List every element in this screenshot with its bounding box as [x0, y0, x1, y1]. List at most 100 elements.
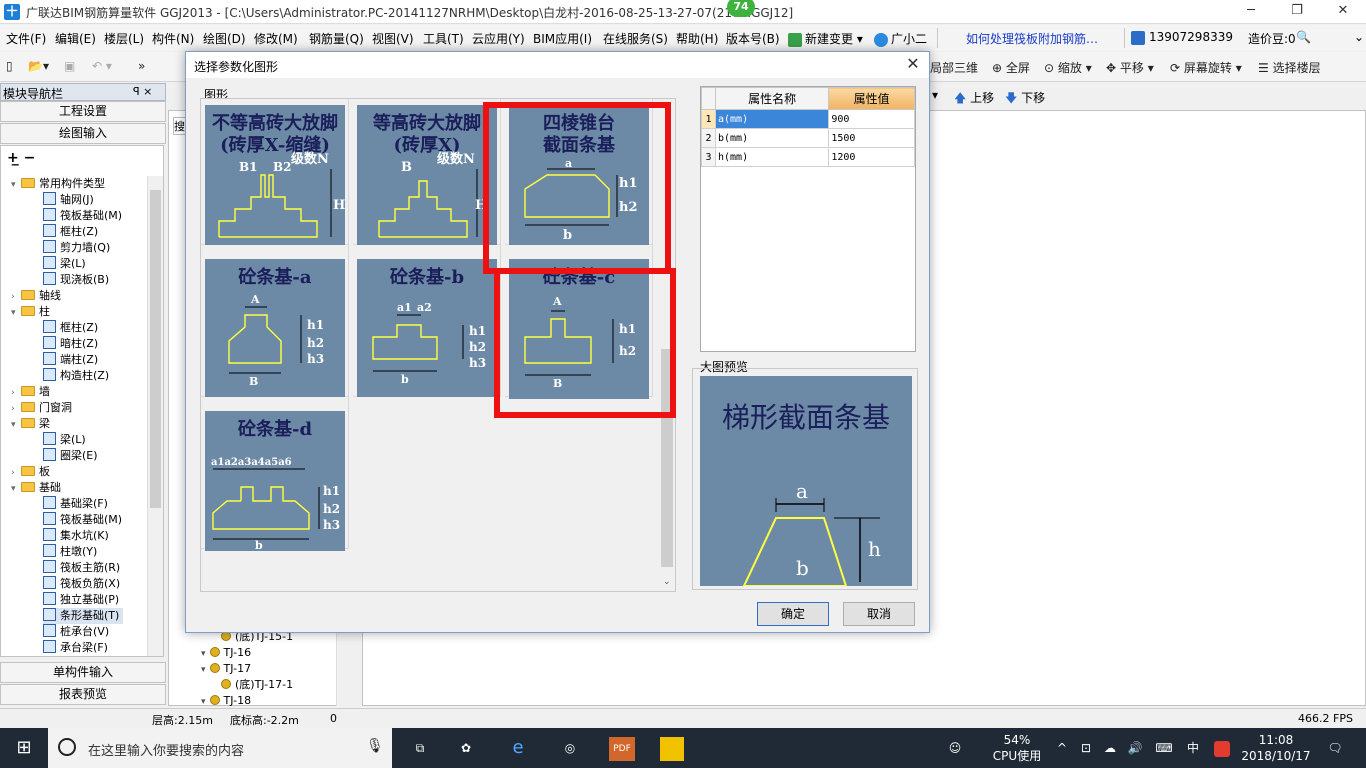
menu-item[interactable]: 编辑(E) — [55, 30, 96, 47]
tree-item[interactable]: 柱墩(Y) — [43, 544, 97, 560]
shape-option[interactable]: 砼条基-d a1a2a3a4a5a6 h1 h2 h3 b — [201, 397, 349, 551]
tree-item[interactable]: 构造柱(Z) — [43, 368, 109, 384]
menu-item[interactable]: 云应用(Y) — [472, 30, 525, 47]
tree-item[interactable]: 筏板基础(M) — [43, 208, 122, 224]
expand-icon[interactable]: › — [11, 385, 21, 401]
collapse-icon[interactable]: ▾ — [11, 417, 21, 433]
people-icon[interactable]: ☺ — [940, 728, 970, 768]
tree-item[interactable]: 梁(L) — [43, 432, 86, 448]
network-icon[interactable]: ⊡ — [1076, 728, 1096, 768]
drawing-input-button[interactable]: 绘图输入 — [0, 123, 166, 144]
tree-item[interactable]: 基础梁(F) — [43, 496, 108, 512]
tree-folder[interactable]: › 轴线 — [11, 288, 61, 304]
collapse-icon[interactable]: ▾ — [201, 697, 206, 707]
microphone-icon[interactable]: 🎙 — [366, 738, 384, 754]
tree-item[interactable]: 独立基础(P) — [43, 592, 119, 608]
tree-folder[interactable]: › 板 — [11, 464, 50, 480]
tree-folder[interactable]: › 墙 — [11, 384, 50, 400]
property-value[interactable]: 1500 — [828, 128, 915, 148]
user-phone[interactable]: 13907298339 — [1131, 30, 1233, 45]
taskbar-search[interactable]: 在这里输入你要搜索的内容 🎙 — [48, 728, 392, 768]
expand-all-icon[interactable]: +̲ − — [7, 150, 35, 166]
scroll-down-icon[interactable]: ⌄ — [663, 577, 671, 587]
tree-item[interactable]: 筏板基础(M) — [43, 512, 122, 528]
list-item[interactable]: (底)TJ-17-1 — [221, 677, 293, 693]
notification-center-icon[interactable]: 🗨 — [1320, 728, 1350, 768]
menu-item[interactable]: 工具(T) — [423, 30, 464, 47]
expand-icon[interactable]: › — [11, 465, 21, 481]
report-preview-button[interactable]: 报表预览 — [0, 684, 166, 705]
more-icon[interactable]: » — [138, 59, 145, 73]
menu-item[interactable]: 文件(F) — [6, 30, 46, 47]
keyboard-icon[interactable]: ⌨ — [1150, 728, 1178, 768]
gallery-scroll-thumb[interactable] — [661, 349, 673, 567]
app-swirl-icon[interactable]: ◎ — [550, 728, 590, 768]
property-row[interactable]: 2 b(mm) 1500 — [701, 128, 915, 148]
tree-item[interactable]: 条形基础(T) — [43, 608, 124, 624]
collapse-icon[interactable]: ▾ — [201, 649, 206, 659]
notification-badge[interactable]: 74 — [727, 0, 755, 17]
shape-option[interactable]: 四棱锥台 截面条基 a h1 h2 b — [505, 99, 653, 249]
shape-option[interactable]: 砼条基-c Ah1 h2 B — [505, 245, 653, 399]
list-item[interactable]: ▾ TJ-16 — [201, 645, 251, 661]
save-icon[interactable]: ▣ — [64, 59, 75, 73]
tree-item[interactable]: 承台梁(F) — [43, 640, 108, 656]
tree-item[interactable]: 框柱(Z) — [43, 224, 98, 240]
menu-item[interactable]: 帮助(H) — [676, 30, 718, 47]
tree-item[interactable]: 框柱(Z) — [43, 320, 98, 336]
cloud-icon[interactable]: ☁ — [1100, 728, 1120, 768]
new-change-menu[interactable]: 新建变更 ▾ — [788, 30, 863, 47]
tree-item[interactable]: 剪力墙(Q) — [43, 240, 110, 256]
undo-icon[interactable]: ↶ ▾ — [92, 59, 112, 73]
tree-item[interactable]: 暗柱(Z) — [43, 336, 98, 352]
credits-label[interactable]: 造价豆:0 — [1248, 30, 1296, 47]
toolbar-dropdown[interactable]: ▾ — [932, 88, 938, 102]
windows-start-icon[interactable]: ⊞ — [0, 728, 48, 768]
move-up-button[interactable]: 🡅 上移 — [954, 89, 994, 110]
tree-folder[interactable]: ▾ 基础 — [11, 480, 61, 496]
tree-item[interactable]: 端柱(Z) — [43, 352, 98, 368]
menu-item[interactable]: 修改(M) — [254, 30, 298, 47]
pan-button[interactable]: ✥ 平移 ▾ — [1106, 59, 1154, 76]
tree-folder[interactable]: › 门窗洞 — [11, 400, 72, 416]
pdf-app-icon[interactable]: PDF — [600, 728, 644, 768]
expand-icon[interactable]: › — [11, 401, 21, 417]
menu-item[interactable]: 绘图(D) — [203, 30, 246, 47]
collapse-icon[interactable]: ▾ — [11, 481, 21, 497]
chevron-down-icon[interactable]: ⌄ — [1354, 30, 1364, 44]
close-button[interactable]: ✕ — [1320, 0, 1366, 24]
pin-close-icon[interactable]: ꟼ × — [133, 85, 152, 98]
shape-option[interactable]: 等高砖大放脚 (砖厚X) B 级数N H — [353, 99, 501, 249]
move-down-button[interactable]: 🡇 下移 — [1005, 89, 1045, 110]
tree-item[interactable]: 桩承台(V) — [43, 624, 109, 640]
tree-item[interactable]: 筏板主筋(R) — [43, 560, 120, 576]
list-item[interactable]: ▾ TJ-18 — [201, 693, 251, 709]
clock[interactable]: 11:08 2018/10/17 — [1238, 732, 1314, 764]
rotate-screen-button[interactable]: ⟳ 屏幕旋转 ▾ — [1170, 59, 1242, 76]
ok-button[interactable]: 确定 — [757, 602, 829, 626]
engineering-settings-button[interactable]: 工程设置 — [0, 101, 166, 122]
menu-item[interactable]: 楼层(L) — [104, 30, 144, 47]
tree-item[interactable]: 轴网(J) — [43, 192, 94, 208]
maximize-button[interactable]: ❐ — [1274, 0, 1320, 24]
chevron-up-icon[interactable]: ^ — [1052, 728, 1072, 768]
sogou-icon[interactable] — [1210, 728, 1234, 768]
fullscreen-button[interactable]: ⊕ 全屏 — [992, 59, 1030, 76]
menu-item[interactable]: 在线服务(S) — [603, 30, 668, 47]
shape-option[interactable]: 不等高砖大放脚 (砖厚X-缩缝) B1 B2 级数N H — [201, 99, 349, 249]
edge-icon[interactable]: e — [498, 728, 538, 768]
menu-item[interactable]: 视图(V) — [372, 30, 414, 47]
toolbar-3d[interactable]: 局部三维 — [930, 59, 978, 76]
menu-item[interactable]: BIM应用(I) — [533, 30, 592, 47]
assistant-menu[interactable]: 广小二 — [874, 30, 927, 47]
shape-option[interactable]: 砼条基-b a1 a2 h1 h2 h3 b — [353, 245, 501, 399]
tree-item[interactable]: 筏板负筋(X) — [43, 576, 120, 592]
property-value[interactable]: 900 — [828, 109, 915, 129]
app-pinwheel-icon[interactable]: ✿ — [446, 728, 486, 768]
scroll-thumb[interactable] — [150, 190, 161, 508]
tree-item[interactable]: 现浇板(B) — [43, 272, 109, 288]
select-floor-button[interactable]: ☰ 选择楼层 — [1258, 59, 1321, 76]
task-view-icon[interactable]: ⧉ — [400, 728, 440, 768]
collapse-icon[interactable]: ▾ — [11, 177, 21, 193]
volume-icon[interactable]: 🔊 — [1124, 728, 1146, 768]
